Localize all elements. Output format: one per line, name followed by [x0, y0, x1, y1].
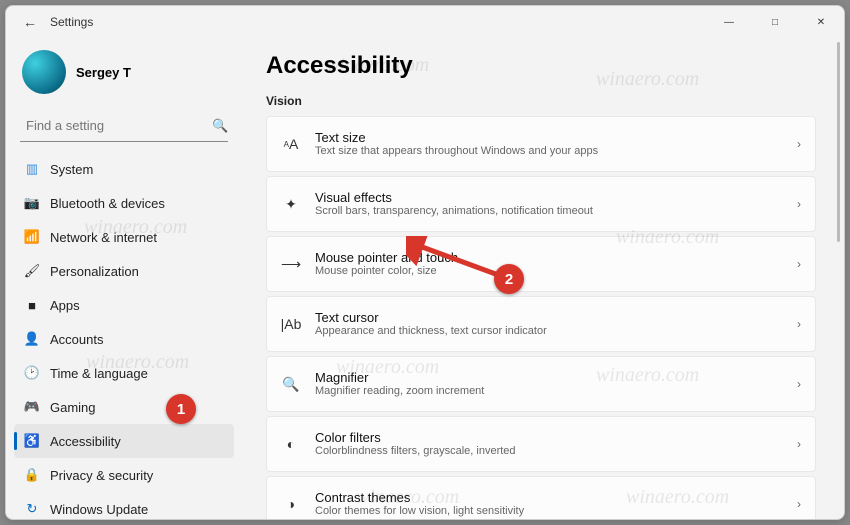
shield-icon: 🔒 [24, 467, 40, 483]
contrast-icon: ◑ [281, 496, 301, 512]
person-icon: 👤 [24, 331, 40, 347]
main-content: Accessibility Vision AAText sizeText siz… [246, 38, 844, 519]
sparkle-icon: ✦ [281, 196, 301, 213]
setting-color-filters[interactable]: ◐Color filtersColorblindness filters, gr… [266, 416, 816, 472]
scrollbar-thumb[interactable] [837, 42, 840, 242]
annotation-badge-1: 1 [166, 394, 196, 424]
chevron-right-icon: › [797, 377, 801, 391]
sidebar-item-accessibility[interactable]: ♿Accessibility [14, 424, 234, 458]
titlebar: ← Settings ― □ ✕ [6, 6, 844, 38]
sidebar-item-privacy[interactable]: 🔒Privacy & security [14, 458, 234, 492]
maximize-button[interactable]: □ [752, 6, 798, 38]
apps-icon: ■ [24, 297, 40, 313]
text-cursor-icon: |Ab [281, 316, 301, 332]
gamepad-icon: 🎮 [24, 399, 40, 415]
sidebar-item-network[interactable]: 📶Network & internet [14, 220, 234, 254]
chevron-right-icon: › [797, 257, 801, 271]
setting-text-cursor[interactable]: |AbText cursorAppearance and thickness, … [266, 296, 816, 352]
setting-text-size[interactable]: AAText sizeText size that appears throug… [266, 116, 816, 172]
user-name: Sergey T [76, 65, 131, 80]
setting-visual-effects[interactable]: ✦Visual effectsScroll bars, transparency… [266, 176, 816, 232]
chevron-right-icon: › [797, 497, 801, 511]
scrollbar[interactable] [835, 42, 841, 513]
chevron-right-icon: › [797, 197, 801, 211]
user-info[interactable]: Sergey T [14, 46, 234, 106]
setting-mouse-pointer[interactable]: ⟶Mouse pointer and touchMouse pointer co… [266, 236, 816, 292]
magnifier-icon: 🔍 [281, 376, 301, 393]
minimize-button[interactable]: ― [706, 6, 752, 38]
back-button[interactable]: ← [14, 14, 46, 30]
setting-magnifier[interactable]: 🔍MagnifierMagnifier reading, zoom increm… [266, 356, 816, 412]
color-filter-icon: ◐ [281, 436, 301, 452]
sidebar-item-bluetooth[interactable]: 📷Bluetooth & devices [14, 186, 234, 220]
sidebar: Sergey T 🔍 ▥System 📷Bluetooth & devices … [6, 38, 246, 519]
sidebar-item-system[interactable]: ▥System [14, 152, 234, 186]
setting-contrast-themes[interactable]: ◑Contrast themesColor themes for low vis… [266, 476, 816, 519]
wifi-icon: 📶 [24, 229, 40, 245]
sidebar-item-accounts[interactable]: 👤Accounts [14, 322, 234, 356]
sidebar-item-apps[interactable]: ■Apps [14, 288, 234, 322]
section-label: Vision [266, 94, 816, 108]
window-title: Settings [50, 15, 93, 29]
accessibility-icon: ♿ [24, 433, 40, 449]
page-title: Accessibility [266, 52, 816, 80]
chevron-right-icon: › [797, 437, 801, 451]
close-button[interactable]: ✕ [798, 6, 844, 38]
sidebar-item-update[interactable]: ↻Windows Update [14, 492, 234, 519]
chevron-right-icon: › [797, 317, 801, 331]
sidebar-item-time[interactable]: 🕑Time & language [14, 356, 234, 390]
search-icon: 🔍 [206, 118, 234, 134]
update-icon: ↻ [24, 501, 40, 517]
bluetooth-icon: 📷 [24, 195, 40, 211]
avatar [22, 50, 66, 94]
clock-icon: 🕑 [24, 365, 40, 381]
chevron-right-icon: › [797, 137, 801, 151]
paintbrush-icon: 🖌 [24, 263, 40, 279]
annotation-badge-2: 2 [494, 264, 524, 294]
sidebar-item-gaming[interactable]: 🎮Gaming [14, 390, 234, 424]
text-size-icon: AA [281, 136, 301, 152]
search-input[interactable] [22, 114, 206, 137]
settings-window: ← Settings ― □ ✕ Sergey T 🔍 ▥System 📷Blu… [5, 5, 845, 520]
search-box[interactable]: 🔍 [20, 110, 228, 142]
sidebar-item-personalization[interactable]: 🖌Personalization [14, 254, 234, 288]
cursor-icon: ⟶ [281, 256, 301, 273]
display-icon: ▥ [24, 161, 40, 177]
